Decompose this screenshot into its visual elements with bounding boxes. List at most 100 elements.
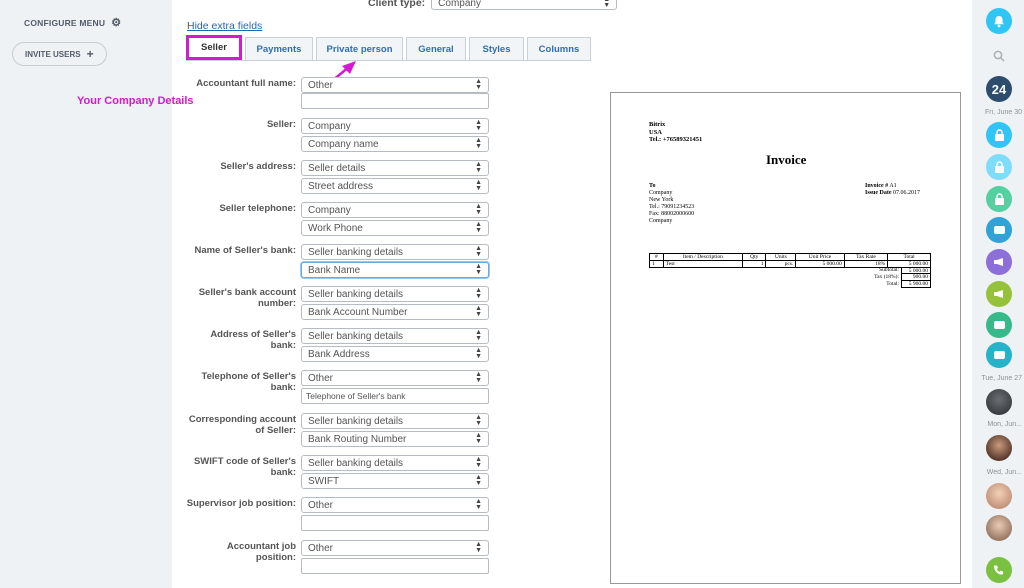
seller-select[interactable]: Company ▲ ▼ (301, 118, 489, 134)
form-label: Seller: (266, 119, 296, 130)
select-arrows-icon: ▲▼ (603, 0, 611, 9)
configure-menu-button[interactable]: CONFIGURE MENU ⚙ (24, 16, 121, 29)
totals-label: Total: (886, 281, 899, 287)
select-arrows-icon: ▲▼ (475, 245, 482, 258)
select-arrows-icon: ▲▼ (475, 78, 482, 91)
select-value: Company (308, 204, 351, 216)
seller-bank-account-field-select[interactable]: Bank Account Number ▲ ▼ (301, 304, 489, 320)
totals-value: 5 000.00 (901, 267, 931, 274)
right-sidebar: 24 Fri, June 30 Tue, June 27 Mon, Jun...… (972, 0, 1024, 588)
tabs-divider (186, 60, 591, 61)
select-arrows-icon: ▲▼ (475, 161, 482, 174)
accountant-full-name-select[interactable]: Other ▲ ▼ (301, 77, 489, 93)
invoice-items-table: # Item / Description Qty Units Unit Pric… (649, 253, 931, 268)
select-arrows-icon: ▲▼ (475, 456, 482, 469)
avatar[interactable] (986, 483, 1012, 509)
form-label: Supervisor job position: (186, 498, 296, 509)
lock-icon[interactable] (986, 186, 1012, 212)
supervisor-job-input[interactable] (301, 515, 489, 531)
select-value: Bank Routing Number (308, 433, 407, 445)
totals-label: Tax (18%): (874, 274, 899, 280)
chat-icon[interactable] (986, 217, 1012, 243)
date-label: Tue, June 27 (981, 375, 1022, 382)
select-value: Bank Name (308, 264, 361, 276)
accountant-full-name-input[interactable] (301, 93, 489, 109)
supervisor-job-select[interactable]: Other ▲ ▼ (301, 497, 489, 513)
swift-code-select[interactable]: Seller banking details ▲ ▼ (301, 455, 489, 471)
megaphone-icon[interactable] (986, 249, 1012, 275)
table-cell: 1 (649, 260, 664, 268)
form-label: Telephone of Seller's bank: (201, 371, 296, 393)
select-arrows-icon: ▲▼ (475, 474, 482, 487)
plus-icon: + (86, 47, 94, 61)
tab-columns[interactable]: Columns (527, 37, 591, 60)
notifications-bell-icon[interactable] (986, 8, 1012, 34)
seller-address-field-select[interactable]: Street address ▲ ▼ (301, 178, 489, 194)
totals-row: Total: 5 900.00 (859, 281, 931, 288)
tab-private-person[interactable]: Private person (316, 37, 403, 60)
corresponding-account-select[interactable]: Seller banking details ▲ ▼ (301, 413, 489, 429)
seller-bank-telephone-input[interactable]: Telephone of Seller's bank (301, 388, 489, 404)
invite-users-button[interactable]: INVITE USERS + (12, 42, 107, 66)
table-cell: 5 000.00 (795, 260, 845, 268)
seller-bank-address-field-select[interactable]: Bank Address ▲ ▼ (301, 346, 489, 362)
lock-icon[interactable] (986, 122, 1012, 148)
client-type-row: Client type: Company ▲▼ (368, 0, 618, 10)
totals-row: Subtotal: 5 000.00 (859, 267, 931, 274)
select-arrows-icon: ▲▼ (475, 371, 482, 384)
invoice-to-line: Company (649, 190, 673, 196)
chat-icon[interactable] (986, 342, 1012, 368)
date-label: Wed, Jun... (986, 469, 1022, 476)
accountant-job-select[interactable]: Other ▲ ▼ (301, 540, 489, 556)
select-arrows-icon: ▲▼ (475, 179, 482, 192)
swift-code-field-select[interactable]: SWIFT ▲ ▼ (301, 473, 489, 489)
seller-address-select[interactable]: Seller details ▲ ▼ (301, 160, 489, 176)
megaphone-icon[interactable] (986, 281, 1012, 307)
column-header: Item / Description (662, 253, 744, 261)
seller-telephone-select[interactable]: Company ▲ ▼ (301, 202, 489, 218)
totals-label: Subtotal: (879, 267, 899, 273)
seller-bank-name-field-select[interactable]: Bank Name ▲ ▼ (301, 262, 489, 278)
invoice-to-label: To (649, 183, 656, 189)
invoice-to-line: New York (649, 197, 674, 203)
select-value: Work Phone (308, 222, 363, 234)
form-label: Corresponding account of Seller: (188, 414, 296, 436)
bitrix24-logo-icon[interactable]: 24 (986, 76, 1012, 102)
column-header: Tax Rate (843, 253, 889, 261)
select-arrows-icon: ▲▼ (475, 119, 482, 132)
invoice-number-label: Invoice # (865, 183, 889, 189)
table-header-row: # Item / Description Qty Units Unit Pric… (649, 253, 931, 261)
gear-icon: ⚙ (111, 17, 122, 29)
select-value: Seller banking details (308, 415, 404, 427)
seller-telephone-field-select[interactable]: Work Phone ▲ ▼ (301, 220, 489, 236)
phone-icon[interactable] (986, 557, 1012, 583)
hide-extra-fields-link[interactable]: Hide extra fields (187, 20, 262, 32)
client-type-select[interactable]: Company ▲▼ (431, 0, 618, 10)
avatar[interactable] (986, 515, 1012, 541)
select-value: Other (308, 372, 334, 384)
form-label: Seller's bank account number: (198, 287, 296, 309)
lock-icon[interactable] (986, 154, 1012, 180)
accountant-job-input[interactable] (301, 558, 489, 574)
avatar[interactable] (986, 435, 1012, 461)
invoice-to-line: Fax: 88002000600 (649, 211, 695, 217)
select-arrows-icon: ▲▼ (475, 541, 482, 554)
chat-icon[interactable] (986, 312, 1012, 338)
seller-field-select[interactable]: Company name ▲ ▼ (301, 136, 489, 152)
invoice-title: Invoice (766, 152, 807, 167)
select-arrows-icon: ▲▼ (475, 287, 482, 300)
invoice-to-line: Company (649, 218, 673, 224)
seller-bank-telephone-select[interactable]: Other ▲ ▼ (301, 370, 489, 386)
select-value: Seller banking details (308, 330, 404, 342)
tab-payments[interactable]: Payments (245, 37, 313, 60)
tab-seller[interactable]: Seller (186, 35, 242, 60)
tab-general[interactable]: General (406, 37, 466, 60)
seller-bank-account-select[interactable]: Seller banking details ▲ ▼ (301, 286, 489, 302)
tab-styles[interactable]: Styles (469, 37, 524, 60)
avatar[interactable] (986, 389, 1012, 415)
seller-bank-name-select[interactable]: Seller banking details ▲ ▼ (301, 244, 489, 260)
search-icon[interactable] (986, 43, 1012, 69)
corresponding-account-field-select[interactable]: Bank Routing Number ▲ ▼ (301, 431, 489, 447)
date-label: Mon, Jun... (987, 421, 1022, 428)
seller-bank-address-select[interactable]: Seller banking details ▲ ▼ (301, 328, 489, 344)
